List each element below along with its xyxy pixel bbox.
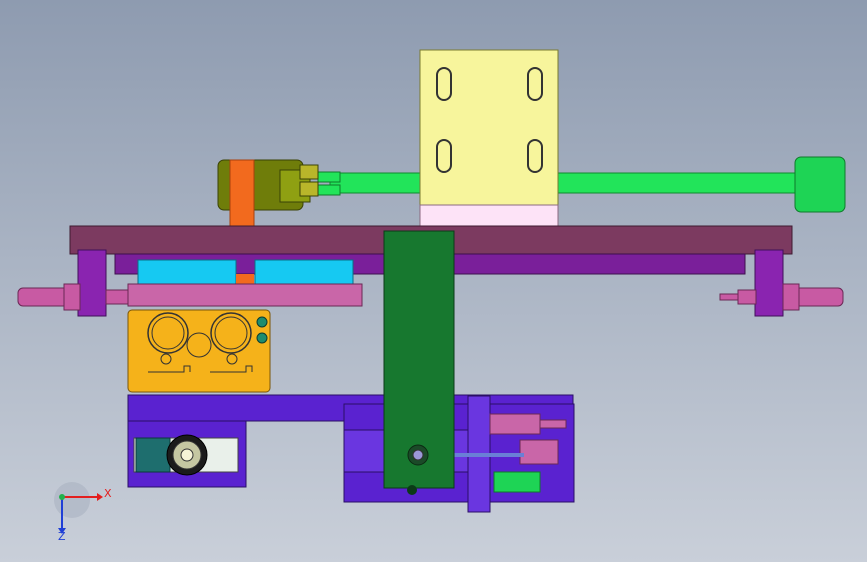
slot-bottom-right bbox=[527, 139, 543, 173]
assembly-model[interactable] bbox=[0, 0, 867, 562]
right-bracket bbox=[754, 249, 784, 317]
pink-slider bbox=[489, 413, 541, 435]
cylinder-nut-upper bbox=[299, 164, 319, 180]
port-lower bbox=[256, 332, 268, 344]
right-pin-nut bbox=[782, 283, 800, 311]
triad-origin-shadow bbox=[54, 482, 90, 518]
slot-top-left bbox=[436, 67, 452, 101]
pink-plate bbox=[127, 283, 363, 307]
gold-bore-left bbox=[147, 312, 189, 354]
rod-fitting-lower bbox=[317, 184, 341, 196]
triad-y-dot bbox=[59, 494, 65, 500]
cyan-block-left bbox=[137, 259, 237, 285]
port-upper bbox=[256, 316, 268, 328]
pink-collar bbox=[519, 439, 559, 465]
triad-x-arrow bbox=[97, 493, 103, 501]
rod-fitting-upper bbox=[317, 171, 341, 183]
guide-rod bbox=[329, 172, 806, 194]
gold-bore-center bbox=[186, 332, 212, 358]
triad-x-label: X bbox=[104, 487, 112, 500]
bearing-center bbox=[180, 448, 194, 462]
slot-top-right bbox=[527, 67, 543, 101]
arm-bottom-hole bbox=[407, 485, 417, 495]
right-pin-collar bbox=[737, 289, 757, 305]
green-stop bbox=[493, 471, 541, 493]
triad-z-label: Z bbox=[58, 530, 66, 543]
gold-hole-left bbox=[160, 353, 172, 365]
left-pin-nut bbox=[63, 283, 81, 311]
rod-end-cap bbox=[794, 156, 846, 213]
orange-post-lower bbox=[236, 274, 254, 284]
left-pin-extension bbox=[105, 289, 129, 305]
teal-block bbox=[135, 437, 171, 473]
cyan-block-right bbox=[254, 259, 354, 285]
arm-pivot-inner bbox=[412, 449, 424, 461]
pink-slider-rail bbox=[539, 419, 567, 429]
cad-viewport[interactable]: X Z bbox=[0, 0, 867, 562]
cylinder-nut-lower bbox=[299, 181, 319, 197]
left-bracket bbox=[77, 249, 107, 317]
slot-bottom-left bbox=[436, 139, 452, 173]
gold-bore-right bbox=[210, 312, 252, 354]
gold-hole-right bbox=[226, 353, 238, 365]
orange-post bbox=[229, 159, 255, 227]
